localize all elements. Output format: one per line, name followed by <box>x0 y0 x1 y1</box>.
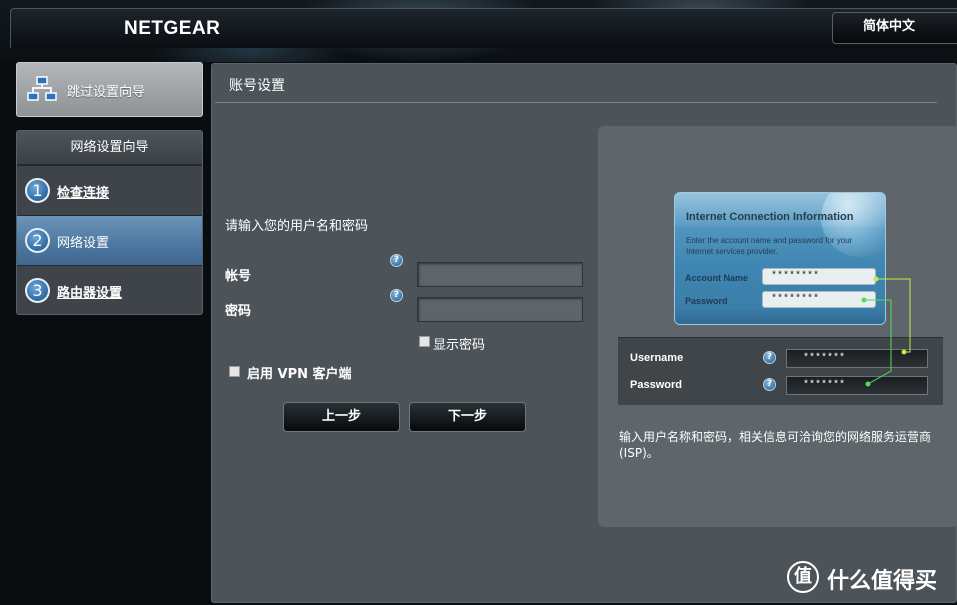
password-input[interactable] <box>417 297 583 322</box>
wizard-title: 网络设置向导 <box>17 131 202 165</box>
network-icon <box>27 76 57 106</box>
watermark-icon: 值 <box>787 561 819 593</box>
step-number-icon: 1 <box>25 178 50 203</box>
main-panel: 账号设置 请输入您的用户名和密码 帐号 ? 密码 ? 显示密码 启用 VPN 客… <box>211 63 957 603</box>
show-password-label: 显示密码 <box>433 338 486 353</box>
header-bar: NETGEAR 简体中文 <box>0 0 957 62</box>
connector-lines <box>861 276 911 387</box>
next-button[interactable]: 下一步 <box>409 402 526 432</box>
skip-wizard-button[interactable]: 跳过设置向导 <box>16 62 203 117</box>
account-help-icon[interactable]: ? <box>390 254 403 267</box>
skip-wizard-label: 跳过设置向导 <box>67 85 146 100</box>
title-divider <box>215 102 937 103</box>
help-illustration-panel: Internet Connection Information Enter th… <box>598 126 957 527</box>
brand-logo: NETGEAR <box>124 18 221 39</box>
show-password-checkbox[interactable] <box>419 336 430 347</box>
wizard-steps-panel: 网络设置向导 1 检查连接 2 网络设置 3 路由器设置 <box>16 130 203 315</box>
page-title: 账号设置 <box>229 78 285 94</box>
instruction-text: 请输入您的用户名和密码 <box>225 219 369 234</box>
password-label: 密码 <box>225 304 252 319</box>
step-number-icon: 2 <box>25 228 50 253</box>
account-label: 帐号 <box>225 269 252 284</box>
watermark-text: 什么值得买 <box>827 569 938 594</box>
step-network-settings[interactable]: 2 网络设置 <box>17 215 202 265</box>
password-help-icon[interactable]: ? <box>390 289 403 302</box>
language-select-button[interactable]: 简体中文 <box>832 12 957 44</box>
vpn-client-label: 启用 VPN 客户端 <box>247 367 352 382</box>
watermark-logo: 值 什么值得买 <box>786 557 956 599</box>
step-label[interactable]: 路由器设置 <box>57 282 122 301</box>
step-router-settings[interactable]: 3 路由器设置 <box>17 265 202 315</box>
account-input[interactable] <box>417 262 583 287</box>
isp-caption: 输入用户名称和密码，相关信息可洽询您的网络服务运营商 (ISP)。 <box>619 430 932 460</box>
step-label: 网络设置 <box>57 236 110 251</box>
back-button[interactable]: 上一步 <box>283 402 400 432</box>
step-number-icon: 3 <box>25 278 50 303</box>
step-label[interactable]: 检查连接 <box>57 182 109 201</box>
vpn-client-checkbox[interactable] <box>229 366 240 377</box>
step-check-connection[interactable]: 1 检查连接 <box>17 165 202 215</box>
